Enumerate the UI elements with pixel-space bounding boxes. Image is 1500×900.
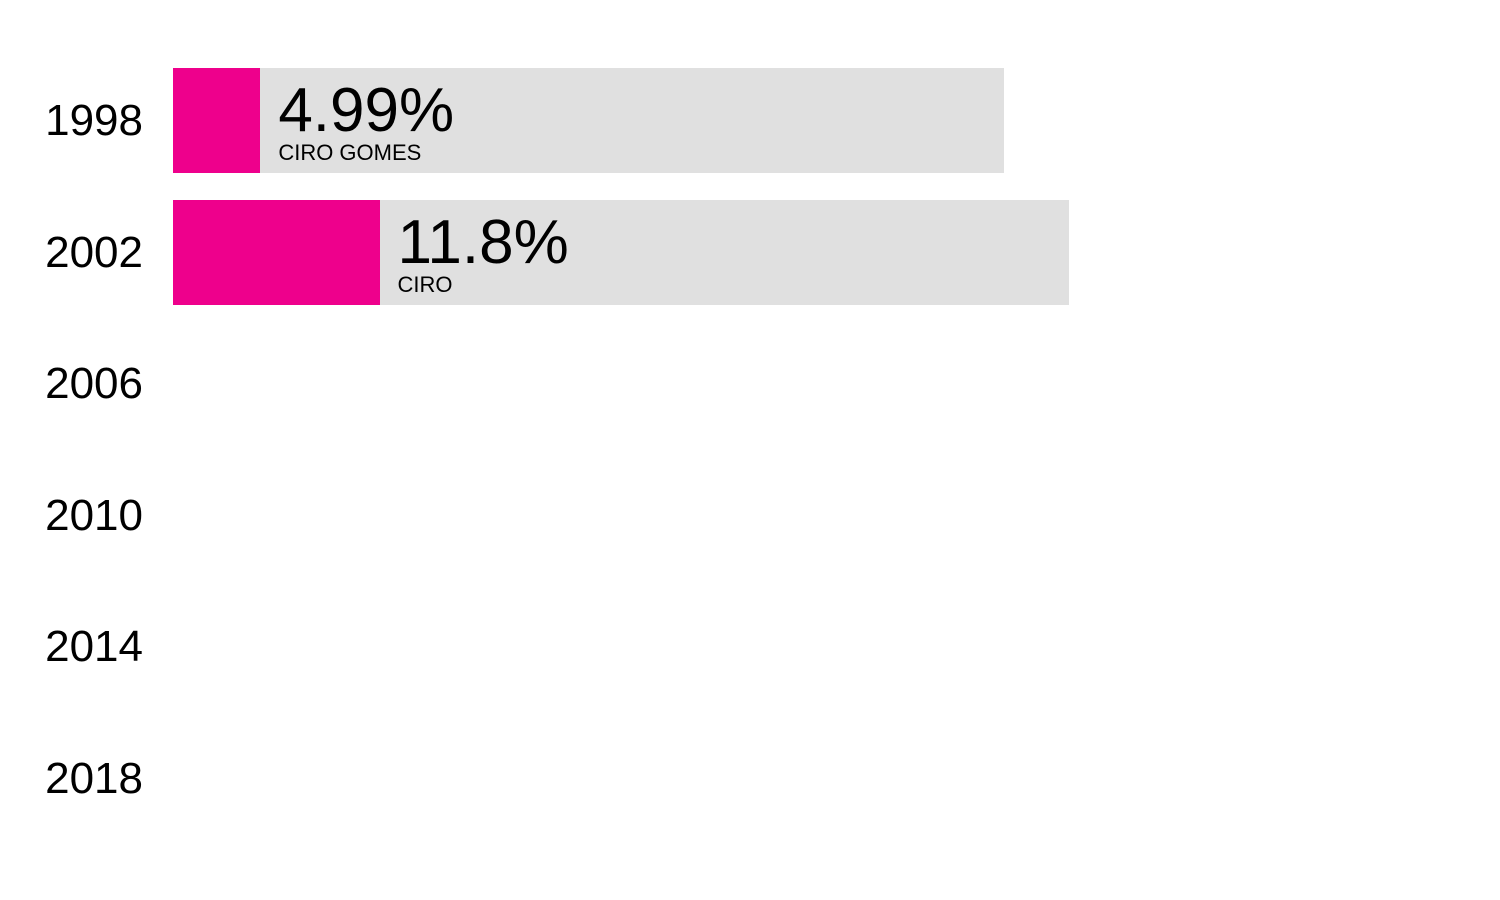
election-results-chart: 1998 4.99% CIRO GOMES 2002 11.8% CIRO 2006 2010…	[0, 0, 1500, 900]
year-tick-label: 2014	[45, 622, 143, 672]
bar-row: 2010	[0, 463, 1500, 568]
bar-row: 2006	[0, 331, 1500, 436]
year-tick-label: 2010	[45, 490, 143, 540]
bar-row: 1998 4.99% CIRO GOMES	[0, 68, 1500, 173]
bar-row: 2002 11.8% CIRO	[0, 199, 1500, 305]
data-label-candidate: CIRO GOMES	[278, 140, 422, 165]
bar-row: 2014	[0, 594, 1500, 699]
bar-row: 2018	[0, 726, 1500, 831]
data-label-value: 4.99%	[278, 76, 455, 145]
bar-fill	[173, 199, 380, 305]
year-tick-label: 2006	[45, 359, 143, 409]
year-tick-label: 1998	[45, 96, 143, 145]
data-label-candidate: CIRO	[397, 271, 453, 297]
bar-fill	[173, 68, 261, 173]
year-tick-label: 2002	[45, 227, 143, 277]
year-tick-label: 2018	[45, 754, 143, 803]
data-label-value: 11.8%	[397, 207, 569, 277]
